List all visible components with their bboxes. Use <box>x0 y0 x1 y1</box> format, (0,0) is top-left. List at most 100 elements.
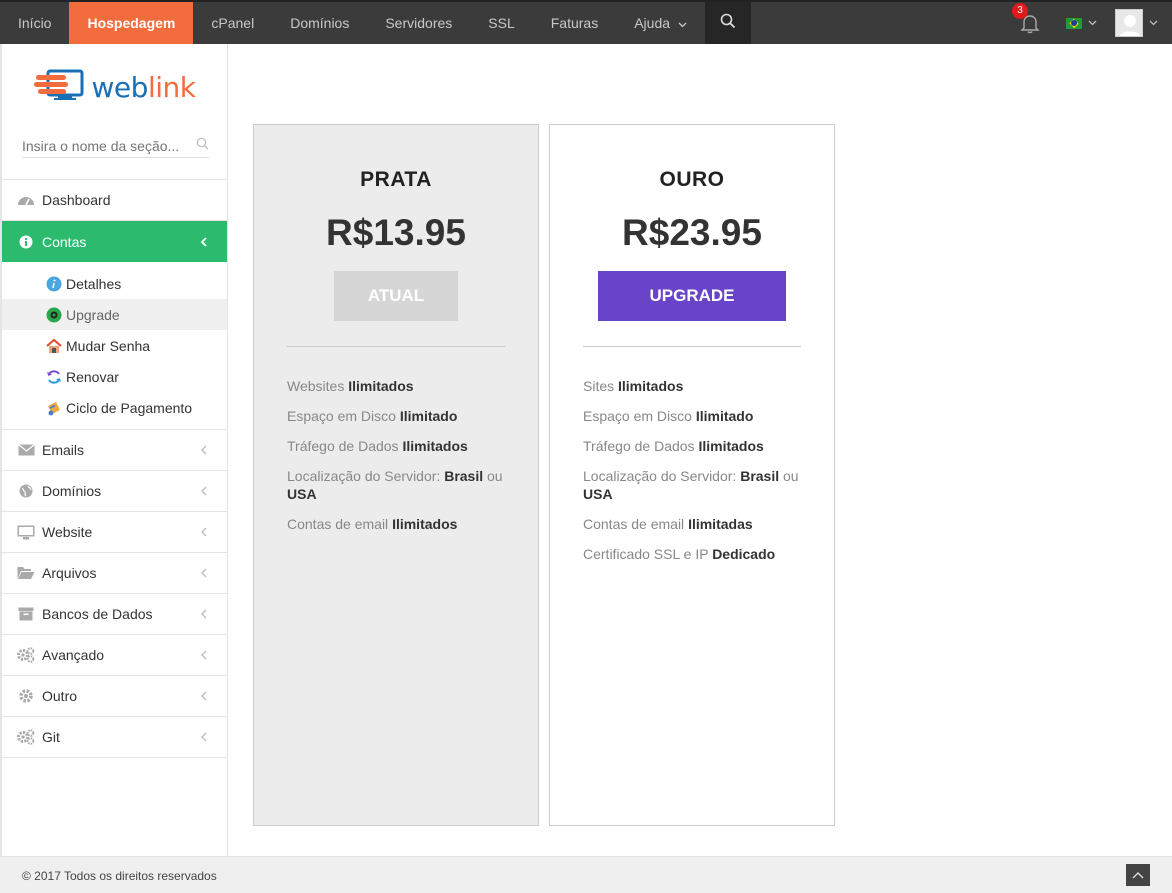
feature-connector: ou <box>483 468 503 484</box>
sidebar-item-dashboard[interactable]: Dashboard <box>2 180 227 221</box>
logo-mark-icon <box>33 67 86 108</box>
gears-icon <box>16 647 36 663</box>
tab-dominios[interactable]: Domínios <box>272 2 367 44</box>
feature-label: Localização do Servidor: <box>583 468 741 484</box>
feature-label: Contas de email <box>287 516 393 532</box>
brazil-flag-icon <box>1066 17 1082 29</box>
plan-card-prata: PRATA R$13.95 ATUAL Websites Ilimitados … <box>253 124 539 826</box>
sidebar-subitem-label: Renovar <box>66 368 119 385</box>
feature-value: Brasil <box>740 468 780 484</box>
back-to-top-button[interactable] <box>1126 864 1150 886</box>
tab-ajuda[interactable]: Ajuda <box>616 2 705 44</box>
bell-icon <box>1018 15 1042 39</box>
footer: © 2017 Todos os direitos reservados <box>0 856 1172 893</box>
top-right-tools: 3 <box>1012 2 1172 44</box>
tab-ajuda-label: Ajuda <box>634 15 671 31</box>
search-icon[interactable] <box>196 137 209 155</box>
sidebar-item-outro[interactable]: Outro <box>2 676 227 717</box>
feature-value: Ilimitados <box>698 438 764 454</box>
plan-name: PRATA <box>360 168 432 191</box>
sidebar-subitem-mudar-senha[interactable]: Mudar Senha <box>2 330 227 361</box>
sidebar-item-bancos-de-dados[interactable]: Bancos de Dados <box>2 594 227 635</box>
chevron-left-icon <box>200 606 207 622</box>
sidebar-item-arquivos[interactable]: Arquivos <box>2 553 227 594</box>
sidebar-subitem-ciclo-de-pagamento[interactable]: Ciclo de Pagamento <box>2 392 227 423</box>
contas-submenu: Detalhes Upgrade Mudar Senha Renovar Cic… <box>2 262 227 430</box>
top-navigation-bar: Início Hospedagem cPanel Domínios Servid… <box>0 0 1172 50</box>
feature-value: Dedicado <box>712 546 776 562</box>
tab-hospedagem[interactable]: Hospedagem <box>69 2 194 50</box>
gears-icon <box>16 729 36 745</box>
envelope-icon <box>16 444 36 456</box>
sidebar-item-contas[interactable]: Contas <box>2 221 227 262</box>
sidebar-item-label: Website <box>42 524 93 540</box>
sidebar-item-emails[interactable]: Emails <box>2 430 227 471</box>
section-search-input[interactable] <box>22 137 188 154</box>
feature-value: Ilimitados <box>618 378 684 394</box>
user-menu[interactable] <box>1115 9 1158 37</box>
feature-item: Sites Ilimitados <box>583 377 801 395</box>
sidebar-item-label: Contas <box>42 233 87 250</box>
feature-item: Espaço em Disco Ilimitado <box>287 407 505 425</box>
tab-inicio[interactable]: Início <box>0 2 69 44</box>
upgrade-button[interactable]: UPGRADE <box>598 271 786 321</box>
feature-label: Tráfego de Dados <box>287 438 403 454</box>
chevron-down-icon <box>1149 18 1158 29</box>
info-circle-icon <box>46 276 62 292</box>
feature-item: Espaço em Disco Ilimitado <box>583 407 801 425</box>
feature-label: Localização do Servidor: <box>287 468 445 484</box>
feature-label: Espaço em Disco <box>287 408 400 424</box>
current-plan-button[interactable]: ATUAL <box>334 271 458 321</box>
feature-item: Tráfego de Dados Ilimitados <box>287 437 505 455</box>
feature-item: Contas de email Ilimitadas <box>583 515 801 533</box>
notifications-button[interactable]: 3 <box>1012 3 1042 35</box>
gear-icon <box>16 689 36 703</box>
plan-card-ouro: OURO R$23.95 UPGRADE Sites Ilimitados Es… <box>549 124 835 826</box>
sidebar-item-git[interactable]: Git <box>2 717 227 758</box>
weblink-logo[interactable]: weblink <box>2 44 227 130</box>
chevron-left-icon <box>200 442 207 458</box>
sidebar-subitem-label: Detalhes <box>66 275 122 292</box>
dashboard-icon <box>16 193 36 207</box>
search-button[interactable] <box>704 2 751 44</box>
plan-price: R$13.95 <box>326 212 466 253</box>
feature-value: Ilimitadas <box>688 516 753 532</box>
sidebar-item-label: Emails <box>42 442 85 458</box>
chevron-left-icon <box>200 483 207 499</box>
feature-value: Ilimitado <box>695 408 754 424</box>
sidebar-item-avancado[interactable]: Avançado <box>2 635 227 676</box>
sidebar-subitem-upgrade[interactable]: Upgrade <box>2 299 227 330</box>
tab-cpanel[interactable]: cPanel <box>193 2 272 44</box>
feature-value: USA <box>583 486 613 502</box>
feature-label: Tráfego de Dados <box>583 438 699 454</box>
plan-name: OURO <box>659 168 725 191</box>
feature-item: Contas de email Ilimitados <box>287 515 505 533</box>
logo-text-link: link <box>147 70 196 104</box>
tab-ssl[interactable]: SSL <box>470 2 532 44</box>
feature-label: Contas de email <box>583 516 689 532</box>
sidebar-subitem-renovar[interactable]: Renovar <box>2 361 227 392</box>
search-icon <box>720 13 736 34</box>
feature-connector: ou <box>779 468 799 484</box>
feature-item: Websites Ilimitados <box>287 377 505 395</box>
sidebar-item-label: Arquivos <box>42 565 97 581</box>
sidebar-subitem-label: Upgrade <box>66 306 120 323</box>
language-selector[interactable] <box>1066 17 1097 29</box>
feature-value: USA <box>287 486 317 502</box>
sidebar-subitem-label: Mudar Senha <box>66 337 151 354</box>
tab-faturas[interactable]: Faturas <box>533 2 616 44</box>
logo-text: weblink <box>92 71 196 104</box>
chevron-left-icon <box>200 565 207 581</box>
feature-value: Ilimitados <box>392 516 458 532</box>
divider <box>583 346 801 347</box>
chevron-left-icon <box>200 524 207 540</box>
sidebar-item-label: Dashboard <box>42 192 111 208</box>
sidebar-subitem-detalhes[interactable]: Detalhes <box>2 268 227 299</box>
tab-servidores[interactable]: Servidores <box>367 2 470 44</box>
sidebar-item-website[interactable]: Website <box>2 512 227 553</box>
sidebar-item-dominios[interactable]: Domínios <box>2 471 227 512</box>
chevron-left-icon <box>200 688 207 704</box>
house-lock-icon <box>46 338 62 354</box>
sidebar-item-label: Outro <box>42 688 78 704</box>
feature-item: Tráfego de Dados Ilimitados <box>583 437 801 455</box>
